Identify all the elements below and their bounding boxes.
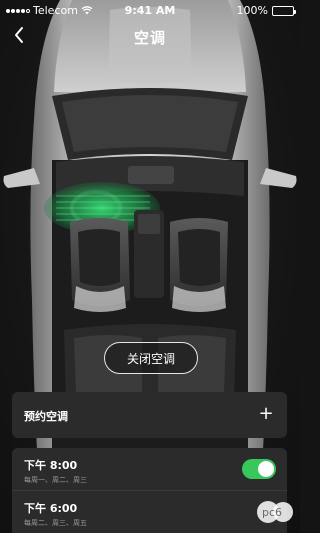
close-ac-button[interactable]: 关闭空调 xyxy=(104,342,198,374)
status-bar: Telecom 9:41 AM 100% xyxy=(0,0,300,22)
toggle-knob xyxy=(258,461,274,477)
nav-bar: 空调 xyxy=(0,22,300,52)
svg-text:pc6: pc6 xyxy=(262,506,282,519)
close-ac-label: 关闭空调 xyxy=(126,351,175,366)
screen: Telecom 9:41 AM 100% 空调 关闭空调 预约空调 + 下午 8… xyxy=(0,0,300,533)
timer-days: 每周一、周二、周三 xyxy=(24,476,87,484)
status-right: 100% xyxy=(236,4,296,17)
battery-icon xyxy=(272,5,296,16)
battery-percent: 100% xyxy=(236,4,268,17)
timer-time: 下午 6:00 xyxy=(24,502,78,515)
plus-icon: + xyxy=(258,403,274,424)
timer-toggle[interactable] xyxy=(242,459,276,479)
watermark-logo: pc6 xyxy=(257,501,293,523)
timer-days: 每周二、周三、周五 xyxy=(24,519,87,527)
page-title: 空调 xyxy=(133,29,166,47)
schedule-ac-card[interactable]: 预约空调 + xyxy=(12,392,287,438)
timer-item[interactable]: 下午 6:00 每周二、周三、周五 xyxy=(12,491,287,533)
add-schedule-button[interactable]: + xyxy=(255,403,277,425)
schedule-ac-label: 预约空调 xyxy=(24,410,68,423)
timer-item[interactable]: 下午 8:00 每周一、周二、周三 xyxy=(12,448,287,491)
timer-time: 下午 8:00 xyxy=(24,459,78,472)
timer-list: 下午 8:00 每周一、周二、周三 下午 6:00 每周二、周三、周五 xyxy=(12,448,287,533)
